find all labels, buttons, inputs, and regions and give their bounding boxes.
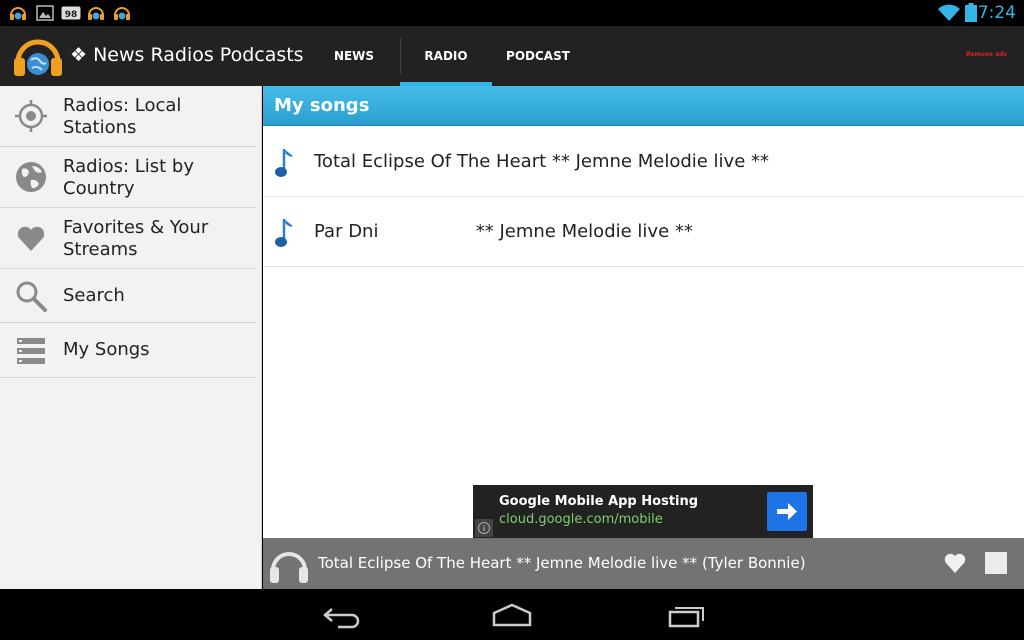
status-time: 7:24 <box>977 3 1016 23</box>
heart-icon <box>17 226 45 251</box>
tab-news[interactable]: NEWS <box>308 26 400 86</box>
ad-title: Google Mobile App Hosting <box>499 494 699 509</box>
sidebar-item-label: Search <box>63 285 125 306</box>
recent-apps-icon[interactable] <box>662 599 710 631</box>
sidebar-item-label: Radios: Local Stations <box>63 95 182 138</box>
sidebar-item-my-songs[interactable]: My Songs <box>0 323 256 378</box>
arrow-right-icon <box>777 503 797 520</box>
system-nav-bar <box>0 589 1024 640</box>
song-title: Par Dni ** Jemne Melodie live ** <box>314 221 693 242</box>
ad-banner[interactable]: Google Mobile App Hosting cloud.google.c… <box>473 485 813 538</box>
headphones-globe-icon <box>10 7 26 20</box>
back-icon[interactable] <box>316 599 364 631</box>
sidebar-item-favorites[interactable]: Favorites & Your Streams <box>0 208 256 269</box>
globe-icon <box>16 162 46 192</box>
sidebar-item-label: My Songs <box>63 339 150 360</box>
song-row[interactable]: Par Dni ** Jemne Melodie live ** <box>263 197 1024 267</box>
main-panel: My songs Total Eclipse Of The Heart ** J… <box>263 86 1024 538</box>
remove-ads-button[interactable]: Remove ads <box>966 51 1007 58</box>
image-icon <box>36 5 54 21</box>
ad-open-button[interactable] <box>767 492 807 531</box>
song-row[interactable]: Total Eclipse Of The Heart ** Jemne Melo… <box>263 127 1024 197</box>
status-badge-text: 98 <box>65 10 78 20</box>
battery-icon <box>965 3 977 22</box>
tab-podcast[interactable]: PODCAST <box>492 26 584 86</box>
app-title: ❖ News Radios Podcasts <box>70 44 304 66</box>
badge-98-icon: 98 <box>61 6 81 20</box>
tab-podcast-label: PODCAST <box>506 49 570 63</box>
song-title: Total Eclipse Of The Heart ** Jemne Melo… <box>314 151 770 172</box>
headphones-globe-icon <box>114 7 130 20</box>
headphones-icon <box>270 552 308 583</box>
sidebar-item-local-stations[interactable]: Radios: Local Stations <box>0 86 256 147</box>
location-target-icon <box>15 100 47 132</box>
list-icon <box>17 338 45 364</box>
wifi-icon <box>938 4 960 21</box>
ad-url: cloud.google.com/mobile <box>499 512 663 527</box>
favorite-heart-icon[interactable] <box>943 551 967 575</box>
page-title: My songs <box>274 95 370 116</box>
player-bar[interactable]: Total Eclipse Of The Heart ** Jemne Melo… <box>263 538 1024 589</box>
home-icon[interactable] <box>488 599 536 631</box>
now-playing-track: Total Eclipse Of The Heart ** Jemne Melo… <box>318 554 806 572</box>
sidebar-item-label: Radios: List by Country <box>63 156 195 199</box>
sidebar: Radios: Local Stations Radios: List by C… <box>0 86 262 589</box>
tab-radio[interactable]: RADIO <box>400 26 492 86</box>
music-note-icon <box>275 149 293 177</box>
sidebar-item-search[interactable]: Search <box>0 269 256 323</box>
info-icon[interactable] <box>475 519 493 537</box>
app-logo-icon[interactable] <box>12 34 64 78</box>
search-icon <box>16 281 47 312</box>
tab-radio-label: RADIO <box>424 49 468 63</box>
tab-news-label: NEWS <box>333 49 375 63</box>
headphones-globe-icon <box>88 7 104 20</box>
action-bar: ❖ News Radios Podcasts NEWS RADIO PODCAS… <box>0 26 1024 86</box>
android-screen: 98 7:24 ❖ News Radios Podcasts NEWS RADI… <box>0 0 1024 640</box>
sidebar-item-label: Favorites & Your Streams <box>63 217 209 260</box>
sidebar-item-list-by-country[interactable]: Radios: List by Country <box>0 147 256 208</box>
music-note-icon <box>275 219 293 247</box>
stop-button[interactable] <box>985 552 1007 574</box>
status-bar: 98 7:24 <box>0 0 1024 26</box>
section-header: My songs <box>263 86 1024 126</box>
